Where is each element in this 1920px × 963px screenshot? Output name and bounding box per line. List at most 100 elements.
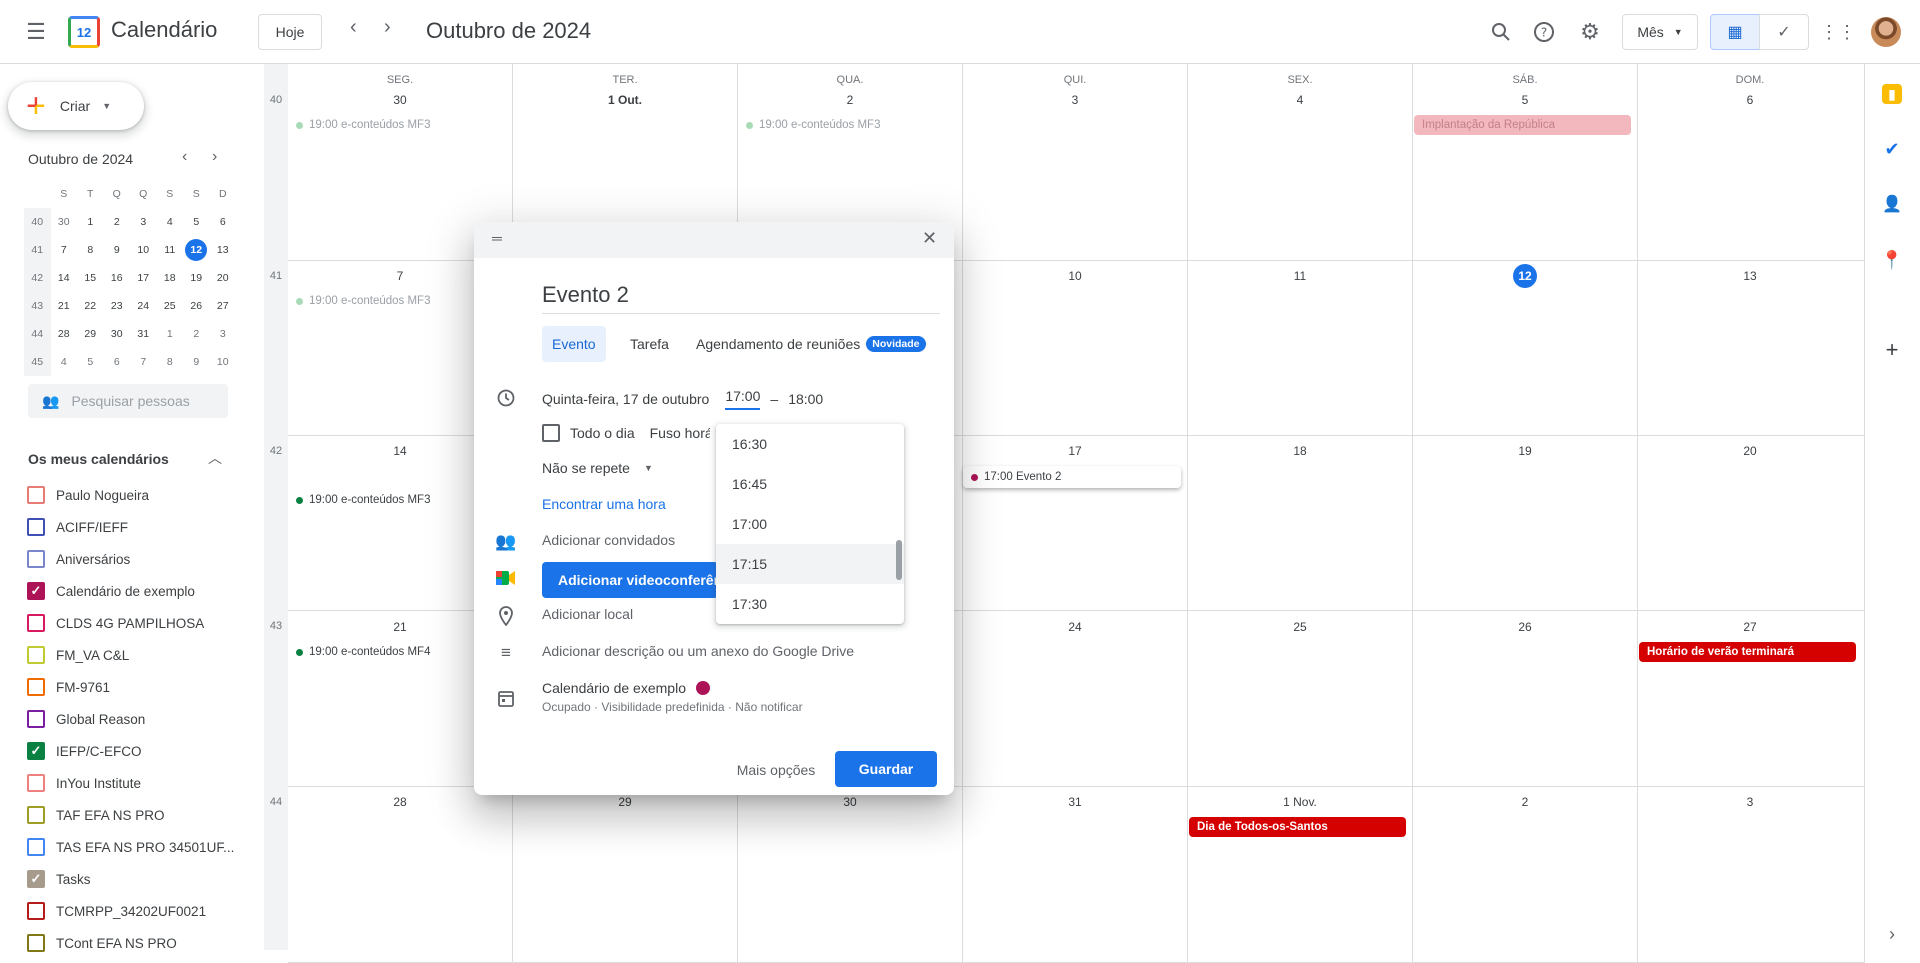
calendar-item[interactable]: Paulo Nogueira — [27, 479, 149, 511]
event-chip[interactable]: 19:00 e-conteúdos MF3 — [746, 115, 880, 135]
checkbox-checked-icon[interactable]: ✓ — [27, 582, 45, 600]
day-number[interactable]: 17 — [963, 444, 1187, 458]
calendar-item[interactable]: TCont EFA NS PRO — [27, 927, 177, 959]
apps-grid-icon[interactable]: ⋮⋮ — [1818, 12, 1858, 52]
mini-day[interactable]: 2 — [183, 320, 210, 348]
keep-icon[interactable]: ▮ — [1882, 84, 1902, 104]
mini-day[interactable]: 22 — [77, 292, 104, 320]
day-number[interactable]: 30 — [738, 795, 962, 809]
mini-day[interactable]: 21 — [51, 292, 78, 320]
settings-gear-icon[interactable]: ⚙ — [1570, 12, 1610, 52]
tab-task[interactable]: Tarefa — [620, 326, 679, 362]
mini-day[interactable]: 8 — [77, 236, 104, 264]
week-number[interactable]: 44 — [264, 796, 288, 808]
calendar-meta[interactable]: Ocupado · Visibilidade predefinida · Não… — [542, 700, 803, 714]
timezone-button[interactable]: Fuso horário — [650, 425, 710, 441]
date-picker[interactable]: Quinta-feira, 17 de outubro — [542, 391, 709, 407]
event-chip[interactable]: 19:00 e-conteúdos MF3 — [296, 291, 430, 311]
mini-day[interactable]: 15 — [77, 264, 104, 292]
mini-day[interactable]: 1 — [157, 320, 184, 348]
checkbox-icon[interactable] — [27, 646, 45, 664]
checkbox-icon[interactable] — [27, 774, 45, 792]
mini-day[interactable]: 7 — [51, 236, 78, 264]
mini-day[interactable]: 8 — [157, 348, 184, 376]
day-number[interactable]: 2 — [1413, 795, 1637, 809]
mini-week-number[interactable]: 41 — [24, 236, 51, 264]
day-number[interactable]: 28 — [288, 795, 512, 809]
checkbox-icon[interactable] — [27, 518, 45, 536]
mini-week-number[interactable]: 44 — [24, 320, 51, 348]
save-button[interactable]: Guardar — [835, 751, 937, 787]
calendar-item[interactable]: TAF EFA NS PRO — [27, 799, 165, 831]
mini-day[interactable]: 20 — [210, 264, 237, 292]
day-number[interactable]: 20 — [1638, 444, 1862, 458]
day-number[interactable]: 5 — [1413, 93, 1637, 107]
mini-day[interactable]: 10 — [130, 236, 157, 264]
tab-appointment[interactable]: Agendamento de reuniões Novidade — [686, 326, 936, 362]
mini-day[interactable]: 1 — [77, 208, 104, 236]
mini-day[interactable]: 23 — [104, 292, 131, 320]
drag-handle-icon[interactable]: ═ — [492, 230, 502, 246]
day-number[interactable]: 30 — [288, 93, 512, 107]
mini-day[interactable]: 25 — [157, 292, 184, 320]
today-button[interactable]: Hoje — [258, 14, 322, 50]
mini-day[interactable]: 16 — [104, 264, 131, 292]
mini-day[interactable]: 6 — [210, 208, 237, 236]
checkbox-icon[interactable] — [27, 934, 45, 952]
calendar-item[interactable]: ✓ IEFP/C-EFCO — [27, 735, 142, 767]
time-option[interactable]: 17:30 — [716, 584, 904, 624]
add-description-input[interactable]: Adicionar descrição ou um anexo do Googl… — [542, 643, 854, 659]
tasks-icon[interactable]: ✔ — [1882, 139, 1902, 159]
mini-day[interactable]: 10 — [210, 348, 237, 376]
repeat-dropdown[interactable]: Não se repete ▼ — [542, 460, 653, 476]
calendar-item[interactable]: Aniversários — [27, 543, 130, 575]
mini-next-icon[interactable]: › — [212, 148, 217, 166]
calendar-view-toggle-icon[interactable]: ▦ — [1710, 14, 1760, 50]
more-options-button[interactable]: Mais opções — [728, 752, 824, 788]
dropdown-scrollbar[interactable] — [896, 540, 902, 580]
today-day-number[interactable]: 12 — [1513, 264, 1537, 288]
mini-day[interactable]: 3 — [130, 208, 157, 236]
checkbox-icon[interactable] — [27, 838, 45, 856]
day-number[interactable]: 29 — [513, 795, 737, 809]
day-number[interactable]: 10 — [963, 269, 1187, 283]
event-chip[interactable]: 19:00 e-conteúdos MF3 — [296, 490, 430, 510]
day-number[interactable]: 25 — [1188, 620, 1412, 634]
calendar-selector[interactable]: Calendário de exemplo — [542, 680, 710, 696]
checkbox-checked-icon[interactable]: ✓ — [27, 870, 45, 888]
mini-day[interactable]: 9 — [183, 348, 210, 376]
search-icon[interactable] — [1481, 12, 1521, 52]
calendar-item[interactable]: FM-9761 — [27, 671, 110, 703]
add-addon-icon[interactable]: + — [1882, 337, 1902, 362]
event-title-input[interactable]: Evento 2 — [542, 282, 940, 314]
week-number[interactable]: 41 — [264, 270, 288, 282]
find-time-link[interactable]: Encontrar uma hora — [542, 496, 666, 512]
mini-day[interactable]: 18 — [157, 264, 184, 292]
mini-day[interactable]: 24 — [130, 292, 157, 320]
all-day-checkbox[interactable] — [542, 424, 560, 442]
checkbox-icon[interactable] — [27, 806, 45, 824]
next-month-icon[interactable]: › — [384, 16, 391, 39]
day-number[interactable]: 1 Out. — [513, 93, 737, 107]
event-chip[interactable]: 19:00 e-conteúdos MF3 — [296, 115, 430, 135]
close-icon[interactable]: ✕ — [922, 228, 937, 249]
day-number[interactable]: 24 — [963, 620, 1187, 634]
checkbox-checked-icon[interactable]: ✓ — [27, 742, 45, 760]
day-number[interactable]: 26 — [1413, 620, 1637, 634]
mini-day[interactable]: 4 — [51, 348, 78, 376]
main-menu-icon[interactable]: ☰ — [16, 12, 56, 52]
week-number[interactable]: 43 — [264, 620, 288, 632]
mini-day[interactable]: 27 — [210, 292, 237, 320]
day-number[interactable]: 11 — [1188, 269, 1412, 283]
calendar-item[interactable]: FM_VA C&L — [27, 639, 129, 671]
mini-day[interactable]: 9 — [104, 236, 131, 264]
previous-month-icon[interactable]: ‹ — [350, 16, 357, 39]
expand-side-panel-icon[interactable]: › — [1882, 924, 1902, 944]
start-time-input[interactable]: 17:00 — [725, 388, 761, 410]
mini-day[interactable]: 30 — [104, 320, 131, 348]
mini-week-number[interactable]: 40 — [24, 208, 51, 236]
mini-day[interactable]: 4 — [157, 208, 184, 236]
mini-day[interactable]: 11 — [157, 236, 184, 264]
event-chip-dragged[interactable]: 17:00 Evento 2 — [963, 466, 1181, 488]
checkbox-icon[interactable] — [27, 550, 45, 568]
